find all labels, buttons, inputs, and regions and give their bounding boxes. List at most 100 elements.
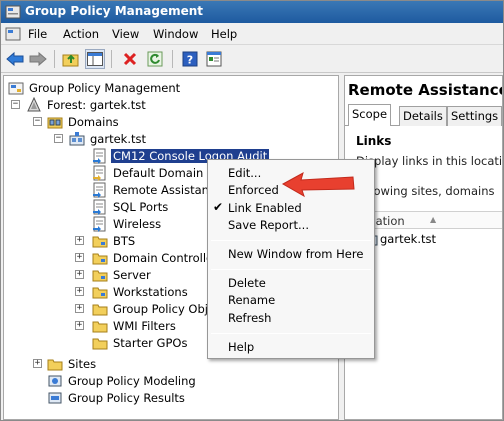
- properties-button[interactable]: [204, 49, 224, 69]
- menu-item-refresh[interactable]: Refresh: [228, 311, 271, 328]
- tree-label: WMI Filters: [113, 319, 176, 333]
- forest-icon: [27, 97, 41, 112]
- menu-item-rename[interactable]: Rename: [228, 293, 275, 310]
- checkmark-icon: ✔: [213, 200, 224, 214]
- tab-scope[interactable]: Scope: [348, 104, 392, 127]
- tree-item-forest[interactable]: − Forest: gartek.tst: [6, 97, 336, 114]
- gpmc-window: Group Policy Management File Action View…: [0, 0, 504, 421]
- tab-settings[interactable]: Settings: [447, 106, 502, 126]
- menu-file[interactable]: File: [28, 27, 47, 41]
- tree-label: Sites: [68, 357, 97, 371]
- gpo-link-icon: [93, 165, 106, 181]
- domains-icon: [47, 117, 63, 129]
- menu-item-help[interactable]: Help: [228, 340, 254, 357]
- expand-icon[interactable]: +: [75, 253, 84, 262]
- collapse-icon[interactable]: −: [54, 134, 63, 143]
- tree-label: gartek.tst: [90, 132, 146, 146]
- tab-details[interactable]: Details: [399, 106, 447, 126]
- location-column-header[interactable]: Location ▲: [356, 211, 502, 229]
- back-button[interactable]: [5, 49, 25, 69]
- delete-icon: [123, 52, 137, 66]
- tree-label: Group Policy Management: [29, 81, 181, 95]
- menu-view[interactable]: View: [112, 27, 139, 41]
- menu-item-edit[interactable]: Edit...: [228, 166, 261, 183]
- tree-label: Wireless: [113, 217, 162, 231]
- menu-item-enforced[interactable]: Enforced: [228, 183, 279, 200]
- expand-icon[interactable]: +: [75, 287, 84, 296]
- refresh-icon: [147, 51, 163, 67]
- annotation-arrow-icon: [281, 171, 355, 198]
- starter-gpos-folder-icon: [92, 338, 108, 350]
- help-button[interactable]: ?: [180, 49, 200, 69]
- toolbar: ?: [1, 45, 503, 73]
- domain-icon: [69, 132, 85, 146]
- details-header: Remote Assistance: [345, 76, 502, 102]
- expand-icon[interactable]: +: [75, 270, 84, 279]
- show-hide-tree-button[interactable]: [85, 49, 105, 69]
- tree-item-domains[interactable]: − Domains: [6, 114, 336, 131]
- tree-label: Group Policy Modeling: [68, 374, 196, 388]
- system-menu-icon[interactable]: [5, 26, 21, 42]
- menu-help[interactable]: Help: [211, 27, 237, 41]
- refresh-button[interactable]: [145, 49, 165, 69]
- menu-item-link-enabled[interactable]: Link Enabled: [228, 201, 302, 218]
- expand-icon[interactable]: +: [75, 321, 84, 330]
- ou-folder-icon: [92, 236, 108, 248]
- menu-item-save-report[interactable]: Save Report...: [228, 218, 309, 235]
- window-title: Group Policy Management: [25, 4, 204, 18]
- tree-label: SQL Ports: [113, 200, 169, 214]
- menu-item-delete[interactable]: Delete: [228, 276, 266, 293]
- expand-icon[interactable]: +: [75, 304, 84, 313]
- forward-icon: [29, 51, 47, 67]
- tree-label: Starter GPOs: [113, 336, 188, 350]
- tree-item-modeling[interactable]: Group Policy Modeling: [6, 373, 336, 390]
- properties-icon: [206, 51, 222, 67]
- gpo-link-icon: [93, 216, 106, 232]
- links-description: Display links in this location:: [356, 154, 503, 168]
- gpmc-app-icon: [5, 5, 21, 19]
- svg-text:?: ?: [187, 54, 193, 67]
- ou-folder-icon: [92, 253, 108, 265]
- toolbar-separator: [111, 50, 112, 68]
- collapse-icon[interactable]: −: [33, 117, 42, 126]
- sites-icon: [47, 359, 63, 371]
- tree-label: Domains: [68, 115, 119, 129]
- gpo-link-icon: [93, 182, 106, 198]
- tree-item-results[interactable]: Group Policy Results: [6, 390, 336, 407]
- sort-ascending-icon: ▲: [430, 215, 437, 224]
- details-title: Remote Assistance: [348, 81, 503, 99]
- show-hide-tree-icon: [87, 52, 103, 66]
- tree-label: Forest: gartek.tst: [47, 98, 146, 112]
- links-heading: Links: [356, 134, 392, 148]
- menu-item-new-window[interactable]: New Window from Here: [228, 247, 363, 264]
- back-icon: [6, 51, 24, 67]
- toolbar-separator: [172, 50, 173, 68]
- menu-action[interactable]: Action: [63, 27, 99, 41]
- menu-separator: [211, 269, 371, 270]
- wmi-folder-icon: [92, 321, 108, 333]
- link-location-label: gartek.tst: [380, 232, 436, 246]
- help-icon: ?: [182, 51, 198, 67]
- up-folder-button[interactable]: [61, 49, 81, 69]
- ou-folder-icon: [92, 287, 108, 299]
- delete-button[interactable]: [120, 49, 140, 69]
- gpo-folder-icon: [92, 304, 108, 316]
- tree-label: BTS: [113, 234, 136, 248]
- links-description-2: following sites, domains: [356, 184, 495, 198]
- tree-label: Group Policy Results: [68, 391, 185, 405]
- collapse-icon[interactable]: −: [11, 100, 20, 109]
- tree-item-gpmc-root[interactable]: Group Policy Management: [6, 80, 336, 97]
- title-bar[interactable]: Group Policy Management: [1, 1, 503, 23]
- tree-item-domain[interactable]: − gartek.tst: [6, 131, 336, 148]
- details-tabs: Scope Details Settings: [345, 104, 502, 127]
- expand-icon[interactable]: +: [33, 359, 42, 368]
- expand-icon[interactable]: +: [75, 236, 84, 245]
- tree-label: Server: [113, 268, 151, 282]
- menu-bar: File Action View Window Help: [1, 23, 503, 45]
- ou-folder-icon: [92, 270, 108, 282]
- modeling-icon: [48, 375, 62, 387]
- up-folder-icon: [62, 54, 79, 67]
- menu-window[interactable]: Window: [153, 27, 198, 41]
- results-icon: [48, 392, 62, 404]
- forward-button[interactable]: [28, 49, 48, 69]
